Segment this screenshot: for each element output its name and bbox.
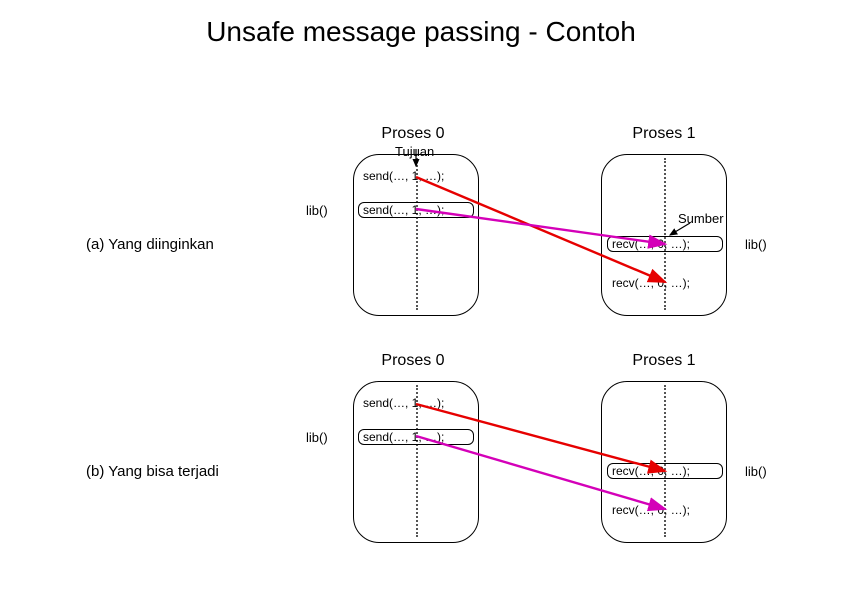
lib-b-left: lib() (306, 430, 328, 445)
proc1-a-label: Proses 1 (624, 125, 704, 143)
proc1-b-label: Proses 1 (624, 352, 704, 370)
send1-b-text: send(…, 1, …); (363, 396, 444, 410)
recv2-a-text: recv(…, 0, …); (612, 276, 690, 290)
proc0-a-label: Proses 0 (373, 125, 453, 143)
recv1-b-text: recv(…, 0, …); (612, 464, 690, 478)
recv1-a-text: recv(…, 0, …); (612, 237, 690, 251)
recv2-b-text: recv(…, 0, …); (612, 503, 690, 517)
sumber-label: Sumber (678, 211, 724, 226)
lib-a-right: lib() (745, 237, 767, 252)
case-b-label: (b) Yang bisa terjadi (86, 463, 219, 480)
proc0-b-label: Proses 0 (373, 352, 453, 370)
lib-a-left: lib() (306, 203, 328, 218)
diagram-container: Proses 0 Proses 1 Tujuan send(…, 1, …); … (0, 16, 842, 612)
send2-a-text: send(…, 1, …); (363, 203, 444, 217)
case-a-label: (a) Yang diinginkan (86, 236, 214, 253)
lib-b-right: lib() (745, 464, 767, 479)
send2-b-text: send(…, 1, …); (363, 430, 444, 444)
send1-a-text: send(…, 1, …); (363, 169, 444, 183)
